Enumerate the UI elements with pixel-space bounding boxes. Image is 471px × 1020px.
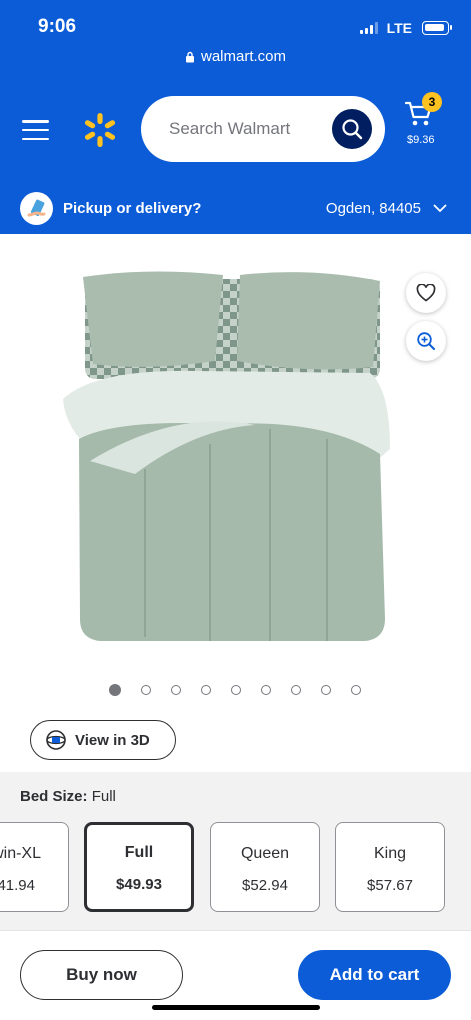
size-option-full[interactable]: Full $49.93	[84, 822, 194, 912]
size-option-price: $52.94	[242, 877, 288, 894]
bed-size-selector: Bed Size: Full win-XL 41.94 Full $49.93 …	[0, 772, 471, 930]
zoom-in-icon	[417, 332, 435, 350]
carousel-dot[interactable]	[109, 684, 121, 696]
search-input[interactable]	[169, 96, 319, 162]
cart-button[interactable]: 3 $9.36	[400, 92, 450, 152]
carousel-dot[interactable]	[291, 685, 301, 695]
carousel-dot[interactable]	[351, 685, 361, 695]
size-option-name: Full	[124, 844, 154, 861]
url-text: walmart.com	[200, 48, 286, 65]
size-option-price: $49.93	[116, 876, 162, 893]
size-option-king[interactable]: King $57.67	[335, 822, 445, 912]
buy-now-button[interactable]: Buy now	[20, 950, 183, 1000]
pickup-label: Pickup or delivery?	[63, 200, 202, 217]
carousel-dot[interactable]	[231, 685, 241, 695]
signal-icon	[359, 22, 378, 34]
carousel-dot[interactable]	[321, 685, 331, 695]
carousel-dot[interactable]	[141, 685, 151, 695]
bed-size-heading: Bed Size: Full	[20, 788, 116, 805]
phone-delivery-icon	[20, 192, 53, 225]
lock-icon	[185, 51, 194, 62]
site-header: 3 $9.36	[0, 76, 471, 186]
size-option-name: King	[373, 845, 407, 862]
search-button[interactable]	[332, 109, 372, 149]
3d-cube-icon	[46, 730, 66, 750]
favorite-button[interactable]	[406, 273, 446, 313]
bed-size-options: win-XL 41.94 Full $49.93 Queen $52.94 Ki…	[0, 822, 471, 914]
bed-size-selected: Full	[91, 788, 116, 805]
size-option-queen[interactable]: Queen $52.94	[210, 822, 320, 912]
image-carousel-dots	[109, 684, 361, 696]
search-box[interactable]	[141, 96, 385, 162]
status-time: 9:06	[38, 16, 77, 37]
network-label: LTE	[386, 20, 412, 36]
status-bar: 9:06 LTE walmart.com	[0, 0, 471, 76]
pickup-delivery-bar[interactable]: Pickup or delivery? Ogden, 84405	[0, 186, 471, 234]
chevron-down-icon	[433, 204, 447, 213]
menu-icon[interactable]	[22, 120, 49, 140]
location-text: Ogden, 84405	[325, 200, 421, 217]
bottom-action-bar: Buy now Add to cart	[0, 930, 471, 1020]
heart-icon	[416, 284, 436, 302]
location-selector[interactable]: Ogden, 84405	[326, 200, 447, 217]
search-icon	[342, 119, 363, 140]
size-option-name: Queen	[240, 845, 290, 862]
product-image-comforter[interactable]	[55, 249, 400, 659]
carousel-dot[interactable]	[171, 685, 181, 695]
battery-icon	[422, 21, 452, 35]
view-in-3d-label: View in 3D	[75, 731, 150, 749]
size-option-price: 41.94	[0, 877, 35, 894]
carousel-dot[interactable]	[201, 685, 211, 695]
size-option-price: $57.67	[367, 877, 413, 894]
zoom-button[interactable]	[406, 321, 446, 361]
add-to-cart-button[interactable]: Add to cart	[298, 950, 451, 1000]
size-option-name: win-XL	[0, 845, 41, 862]
bed-size-label: Bed Size:	[20, 788, 88, 805]
cart-count-badge: 3	[422, 92, 442, 112]
url-bar[interactable]: walmart.com	[0, 48, 471, 65]
walmart-spark-icon[interactable]	[82, 112, 118, 148]
status-indicators: LTE	[359, 20, 452, 36]
size-option-twin-xl[interactable]: win-XL 41.94	[0, 822, 69, 912]
view-in-3d-button[interactable]: View in 3D	[30, 720, 176, 760]
cart-total: $9.36	[407, 134, 435, 146]
product-gallery	[0, 234, 471, 714]
carousel-dot[interactable]	[261, 685, 271, 695]
home-indicator[interactable]	[152, 1005, 320, 1010]
